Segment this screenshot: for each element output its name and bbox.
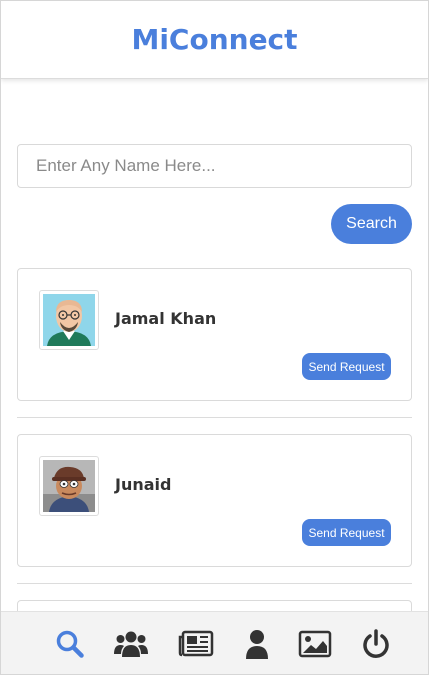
- send-request-button[interactable]: Send Request: [302, 519, 391, 546]
- nav-image-icon[interactable]: [297, 626, 333, 662]
- avatar[interactable]: [39, 290, 99, 350]
- user-icon: [246, 630, 268, 659]
- app-frame: MiConnect Search Jamal Khan Send Request: [0, 0, 429, 675]
- nav-power-icon[interactable]: [358, 626, 394, 662]
- nav-newspaper-icon[interactable]: [178, 626, 214, 662]
- result-name[interactable]: Jamal Khan: [115, 309, 216, 328]
- search-icon: [56, 630, 84, 658]
- result-card: Junaid Send Request: [17, 434, 412, 567]
- app-title: MiConnect: [131, 23, 298, 56]
- result-card: Jamal Khan Send Request: [17, 268, 412, 401]
- app-header: MiConnect: [1, 1, 428, 79]
- search-input[interactable]: [17, 144, 412, 188]
- send-request-button[interactable]: Send Request: [302, 353, 391, 380]
- result-name[interactable]: Junaid: [115, 475, 171, 494]
- divider: [17, 583, 412, 584]
- users-icon: [114, 631, 148, 657]
- cartoon-man-cap-avatar: [43, 460, 95, 512]
- divider: [17, 417, 412, 418]
- avatar[interactable]: [39, 456, 99, 516]
- nav-search-icon[interactable]: [52, 626, 88, 662]
- search-button[interactable]: Search: [331, 204, 412, 244]
- power-icon: [363, 629, 389, 658]
- newspaper-icon: [178, 630, 214, 657]
- bottom-nav: [1, 611, 428, 674]
- nav-users-icon[interactable]: [113, 626, 149, 662]
- cartoon-man-glasses-avatar: [43, 294, 95, 346]
- nav-user-icon[interactable]: [239, 626, 275, 662]
- image-icon: [298, 630, 332, 658]
